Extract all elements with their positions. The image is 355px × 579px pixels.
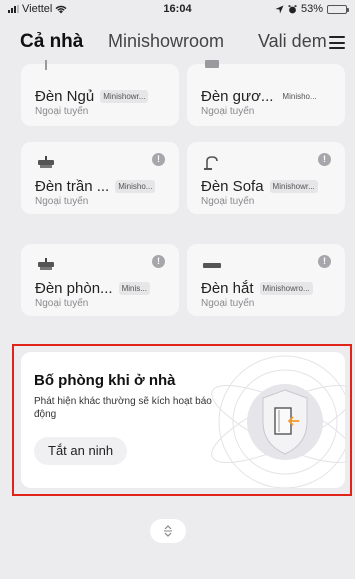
device-name: Đèn hắt [201,280,254,297]
device-name-row: Đèn gươ... Minisho... [201,88,341,105]
room-tag: Minis... [118,282,150,295]
device-status: Ngoại tuyến [35,106,89,117]
device-name: Đèn gươ... [201,88,274,105]
home-security-card[interactable]: Bố phòng khi ở nhà Phát hiện khác thường… [21,352,345,488]
menu-icon[interactable] [329,36,345,49]
device-card[interactable]: ! Đèn Sofa Minishowr... Ngoại tuyến [187,142,345,214]
device-card[interactable]: ! Đèn phòn... Minis... Ngoại tuyến [21,244,179,316]
device-status: Ngoại tuyến [201,106,255,117]
device-name: Đèn trần ... [35,178,110,195]
shield-door-icon [211,355,345,488]
mirror-light-icon [205,60,219,68]
offline-alert-icon: ! [152,255,165,268]
ceiling-light-icon [38,258,54,270]
tab-ca-nha[interactable]: Cả nhà [20,31,83,53]
ceiling-light-icon [38,156,54,168]
expand-collapse-icon [164,525,172,537]
status-bar: Viettel 16:04 53% [0,0,355,18]
device-card[interactable]: Đèn Ngủ Minishowr... Ngoại tuyến [21,60,179,126]
room-tag: Minisho... [115,180,156,193]
lamp-icon [45,60,47,70]
offline-alert-icon: ! [318,255,331,268]
battery-icon [327,4,349,14]
strip-light-icon [203,263,221,268]
disable-security-button[interactable]: Tắt an ninh [34,437,128,465]
device-name: Đèn Ngủ [35,88,95,105]
tab-minishowroom[interactable]: Minishowroom [108,31,224,52]
location-arrow-icon [275,5,284,13]
device-name-row: Đèn Ngủ Minishowr... [35,88,175,105]
battery-percent: 53% [300,3,323,15]
device-name-row: Đèn hắt Minishowro... [201,280,341,297]
device-card[interactable]: ! Đèn trần ... Minisho... Ngoại tuyến [21,142,179,214]
security-title: Bố phòng khi ở nhà [34,372,176,389]
room-tag: Minishowr... [269,180,318,193]
status-right: 53% [275,3,349,15]
device-name: Đèn phòn... [35,280,113,297]
alarm-icon [288,4,297,13]
device-card[interactable]: Đèn gươ... Minisho... Ngoại tuyến [187,60,345,126]
device-status: Ngoại tuyến [201,196,255,207]
offline-alert-icon: ! [318,153,331,166]
room-tag: Minisho... [282,92,317,101]
floor-lamp-icon [204,156,218,170]
security-description: Phát hiện khác thường sẽ kích hoạt báo đ… [34,396,212,420]
room-tabs: Cả nhà Minishowroom Vali dem [0,24,355,62]
device-status: Ngoại tuyến [35,298,89,309]
expand-handle[interactable] [150,519,186,543]
tab-vali-dem[interactable]: Vali dem [258,31,327,52]
device-card[interactable]: ! Đèn hắt Minishowro... Ngoại tuyến [187,244,345,316]
offline-alert-icon: ! [152,153,165,166]
device-status: Ngoại tuyến [35,196,89,207]
device-name: Đèn Sofa [201,178,264,195]
device-name-row: Đèn phòn... Minis... [35,280,175,297]
device-name-row: Đèn trần ... Minisho... [35,178,175,195]
device-status: Ngoại tuyến [201,298,255,309]
device-name-row: Đèn Sofa Minishowr... [201,178,341,195]
room-tag: Minishowr... [100,90,149,103]
room-tag: Minishowro... [259,282,313,295]
